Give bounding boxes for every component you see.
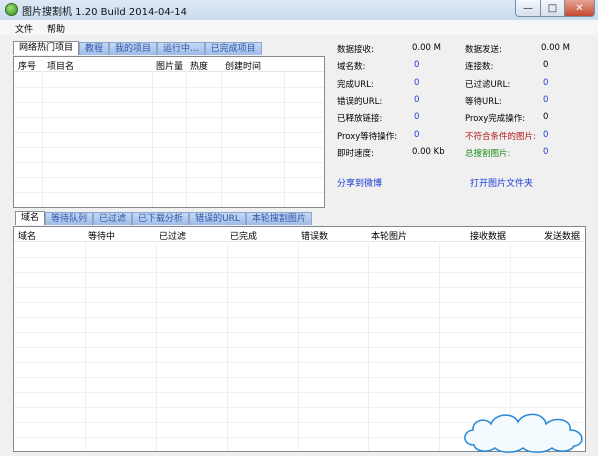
grid-line: [42, 71, 43, 207]
grid-line: [14, 257, 585, 258]
project-tabs: 网络热门项目 教程 我的项目 运行中... 已完成项目: [13, 41, 262, 55]
stat-error-url-label: 错误的URL:: [337, 97, 383, 107]
grid-line: [152, 71, 153, 207]
grid-line: [14, 362, 585, 363]
stat-filtered-url-value: 0: [543, 78, 549, 88]
grid-line: [14, 392, 585, 393]
cloud-float-widget[interactable]: [460, 405, 592, 455]
minimize-button[interactable]: —: [515, 0, 541, 17]
domain-table-header: 域名 等待中 已过滤 已完成 错误数 本轮图片 接收数据 发送数据: [14, 227, 585, 242]
stat-rejected-images-label: 不符合条件的图片:: [465, 132, 536, 142]
grid-line: [14, 192, 324, 193]
stat-proxy-done-label: Proxy完成操作:: [465, 114, 526, 124]
grid-line: [14, 287, 585, 288]
stat-data-received-value: 0.00 M: [412, 43, 441, 53]
tab-running[interactable]: 运行中...: [157, 42, 205, 55]
grid-line: [186, 71, 187, 207]
projects-table-header: 序号 项目名 图片量 热度 创建时间: [14, 57, 324, 72]
maximize-icon: □: [547, 2, 558, 14]
stat-speed-value: 0.00 Kb: [412, 147, 445, 157]
col-popularity[interactable]: 热度: [190, 59, 208, 72]
tab-downloaded-analysis[interactable]: 已下载分析: [132, 212, 190, 225]
col-round-images[interactable]: 本轮图片: [371, 229, 407, 242]
stat-filtered-url-label: 已过滤URL:: [465, 80, 511, 90]
stat-released-links-label: 已释放链接:: [337, 114, 383, 124]
stat-total-images-value: 0: [543, 147, 549, 157]
stat-data-received-label: 数据接收:: [337, 45, 374, 55]
grid-line: [14, 177, 324, 178]
maximize-button[interactable]: □: [541, 0, 565, 17]
menu-file[interactable]: 文件: [15, 22, 33, 35]
app-window: 图片搜割机 1.20 Build 2014-04-14 — □ ✕ 文件 帮助 …: [0, 0, 598, 456]
stat-rejected-images-value: 0: [543, 130, 549, 140]
grid-line: [14, 117, 324, 118]
grid-line: [14, 147, 324, 148]
close-icon: ✕: [575, 2, 584, 14]
tab-filtered[interactable]: 已过滤: [93, 212, 133, 225]
stat-waiting-url-label: 等待URL:: [465, 97, 502, 107]
col-waiting[interactable]: 等待中: [88, 229, 115, 242]
stat-error-url-value: 0: [414, 95, 420, 105]
grid-line: [14, 87, 324, 88]
tab-tutorial[interactable]: 教程: [79, 42, 110, 55]
grid-line: [14, 102, 324, 103]
col-project-name[interactable]: 项目名: [47, 59, 74, 72]
stat-total-images-label: 总搜割图片:: [465, 149, 511, 159]
stat-completed-url-value: 0: [414, 78, 420, 88]
title-bar: 图片搜割机 1.20 Build 2014-04-14 — □ ✕: [0, 0, 598, 21]
col-index[interactable]: 序号: [18, 59, 36, 72]
tab-error-url[interactable]: 错误的URL: [189, 212, 246, 225]
grid-line: [14, 377, 585, 378]
col-domain[interactable]: 域名: [18, 229, 36, 242]
menu-bar: 文件 帮助: [0, 20, 598, 35]
tab-domains[interactable]: 域名: [15, 211, 46, 225]
tab-wait-queue[interactable]: 等待队列: [45, 212, 94, 225]
col-errors[interactable]: 错误数: [301, 229, 328, 242]
tab-completed[interactable]: 已完成项目: [204, 42, 262, 55]
stat-speed-label: 即时速度:: [337, 149, 374, 159]
tab-hot-projects[interactable]: 网络热门项目: [13, 41, 80, 55]
stat-data-sent-label: 数据发送:: [465, 45, 502, 55]
cloud-shape: [464, 413, 583, 453]
stat-data-sent-value: 0.00 M: [541, 43, 570, 53]
stat-proxy-waiting-value: 0: [414, 130, 420, 140]
grid-line: [14, 332, 585, 333]
stat-domain-count-label: 域名数:: [337, 62, 366, 72]
stat-released-links-value: 0: [414, 112, 420, 122]
grid-line: [221, 71, 222, 207]
minimize-icon: —: [523, 2, 533, 14]
col-image-count[interactable]: 图片量: [156, 59, 183, 72]
window-title: 图片搜割机 1.20 Build 2014-04-14: [22, 7, 188, 18]
stat-completed-url-label: 完成URL:: [337, 80, 374, 90]
projects-table[interactable]: 序号 项目名 图片量 热度 创建时间: [13, 56, 325, 208]
col-received-data[interactable]: 接收数据: [470, 229, 506, 242]
stat-proxy-done-value: 0: [543, 112, 549, 122]
tab-my-projects[interactable]: 我的项目: [109, 42, 158, 55]
domain-tabs: 域名 等待队列 已过滤 已下载分析 错误的URL 本轮搜割图片: [15, 211, 312, 225]
stat-waiting-url-value: 0: [543, 95, 549, 105]
col-created-time[interactable]: 创建时间: [225, 59, 261, 72]
tab-round-images[interactable]: 本轮搜割图片: [245, 212, 312, 225]
grid-line: [14, 302, 585, 303]
open-folder-link[interactable]: 打开图片文件夹: [470, 176, 533, 189]
col-completed[interactable]: 已完成: [230, 229, 257, 242]
stat-proxy-waiting-label: Proxy等待操作:: [337, 132, 398, 142]
stat-connections-value: 0: [543, 60, 549, 70]
grid-line: [14, 162, 324, 163]
col-sent-data[interactable]: 发送数据: [544, 229, 580, 242]
stat-domain-count-value: 0: [414, 60, 420, 70]
grid-line: [284, 71, 285, 207]
stat-connections-label: 连接数:: [465, 62, 494, 72]
col-filtered[interactable]: 已过滤: [159, 229, 186, 242]
grid-line: [14, 272, 585, 273]
menu-help[interactable]: 帮助: [47, 22, 65, 35]
grid-line: [14, 347, 585, 348]
app-logo-icon: [5, 3, 18, 16]
grid-line: [14, 132, 324, 133]
close-button[interactable]: ✕: [565, 0, 595, 17]
share-weibo-link[interactable]: 分享到微博: [337, 176, 382, 189]
grid-line: [14, 317, 585, 318]
